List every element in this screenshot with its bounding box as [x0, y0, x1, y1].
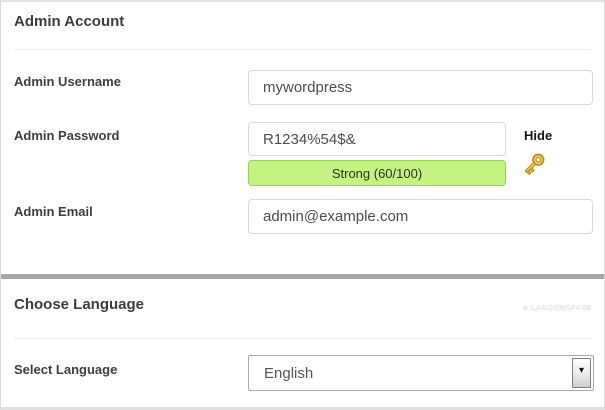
- admin-email-input[interactable]: [248, 199, 593, 234]
- admin-username-input[interactable]: [248, 70, 593, 105]
- language-select[interactable]: English ▾: [248, 355, 594, 391]
- admin-password-input[interactable]: [248, 122, 506, 156]
- installer-panel: Admin Account Admin Username Admin Passw…: [0, 0, 605, 410]
- section-rule: [14, 338, 591, 339]
- watermark-text: LAGOONSPACE: [531, 305, 592, 312]
- select-language-label: Select Language: [14, 362, 117, 377]
- section-divider: [1, 274, 604, 279]
- section-title-admin-account: Admin Account: [14, 13, 124, 30]
- chevron-down-icon: ▾: [579, 366, 584, 376]
- section-rule: [14, 49, 591, 50]
- admin-username-label: Admin Username: [14, 74, 121, 89]
- admin-email-label: Admin Email: [14, 204, 93, 219]
- language-select-value: English: [264, 356, 313, 390]
- section-title-choose-language: Choose Language: [14, 296, 144, 313]
- watermark: ◈ LAGOONSPACE: [522, 304, 592, 312]
- password-visibility-toggle[interactable]: Hide: [524, 128, 552, 143]
- password-strength-text: Strong (60/100): [332, 166, 422, 181]
- admin-password-label: Admin Password: [14, 128, 119, 143]
- watermark-logo-icon: ◈: [522, 304, 529, 312]
- password-strength-meter: Strong (60/100): [248, 160, 506, 186]
- language-select-arrow-button[interactable]: ▾: [572, 358, 591, 388]
- key-icon[interactable]: [518, 150, 548, 180]
